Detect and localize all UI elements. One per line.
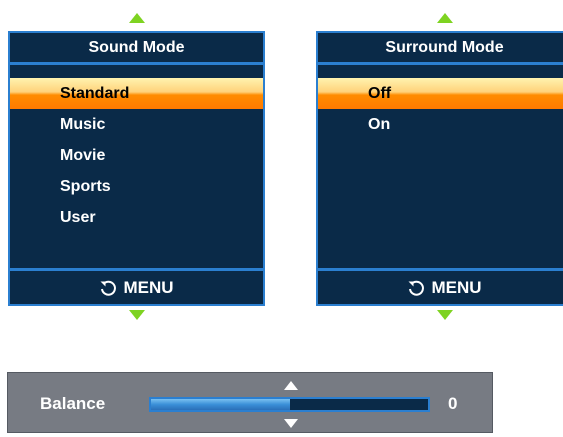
sound-mode-item-music[interactable]: Music (10, 109, 263, 140)
sound-mode-title: Sound Mode (10, 33, 263, 65)
balance-bar: Balance 0 (7, 372, 493, 433)
sound-mode-item-sports[interactable]: Sports (10, 171, 263, 202)
sound-mode-scroll-down-icon[interactable] (129, 310, 145, 320)
sound-mode-item-standard[interactable]: Standard (10, 78, 263, 109)
surround-mode-item-on[interactable]: On (318, 109, 563, 140)
sound-mode-scroll-up-icon[interactable] (129, 13, 145, 23)
surround-mode-list: Off On (318, 78, 563, 140)
sound-mode-panel: Sound Mode Standard Music Movie Sports U… (8, 31, 265, 306)
surround-mode-menu-label: MENU (431, 277, 482, 297)
balance-down-icon[interactable] (284, 419, 298, 428)
balance-value: 0 (448, 394, 458, 413)
sound-mode-list: Standard Music Movie Sports User (10, 78, 263, 233)
surround-mode-scroll-up-icon[interactable] (437, 13, 453, 23)
return-arrow-icon (408, 280, 425, 296)
balance-slider-fill (151, 399, 290, 410)
surround-mode-scroll-down-icon[interactable] (437, 310, 453, 320)
sound-mode-item-user[interactable]: User (10, 202, 263, 233)
surround-mode-title: Surround Mode (318, 33, 563, 65)
sound-mode-menu-button[interactable]: MENU (10, 268, 263, 304)
surround-mode-item-off[interactable]: Off (318, 78, 563, 109)
surround-mode-panel: Surround Mode Off On MENU (316, 31, 563, 306)
return-arrow-icon (100, 280, 117, 296)
balance-label: Balance (40, 394, 106, 413)
surround-mode-menu-button[interactable]: MENU (318, 268, 563, 304)
sound-mode-item-movie[interactable]: Movie (10, 140, 263, 171)
balance-up-icon[interactable] (284, 381, 298, 390)
balance-slider[interactable] (149, 397, 430, 412)
sound-mode-menu-label: MENU (123, 277, 174, 297)
